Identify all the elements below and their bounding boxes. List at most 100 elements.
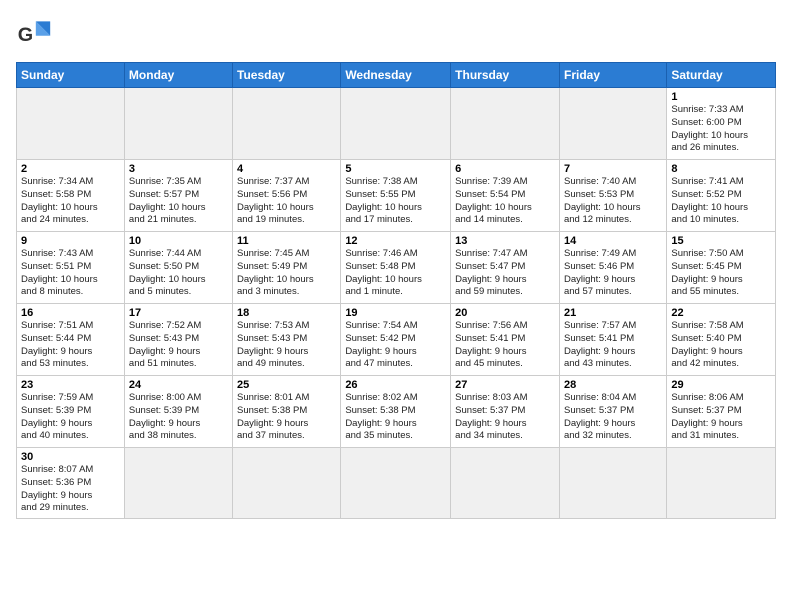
calendar-cell: 30Sunrise: 8:07 AM Sunset: 5:36 PM Dayli… [17, 448, 125, 519]
calendar-cell: 5Sunrise: 7:38 AM Sunset: 5:55 PM Daylig… [341, 160, 451, 232]
day-number: 11 [237, 235, 336, 247]
calendar-cell: 27Sunrise: 8:03 AM Sunset: 5:37 PM Dayli… [451, 376, 560, 448]
calendar-cell [451, 448, 560, 519]
day-info: Sunrise: 8:04 AM Sunset: 5:37 PM Dayligh… [564, 392, 662, 443]
day-info: Sunrise: 7:53 AM Sunset: 5:43 PM Dayligh… [237, 320, 336, 371]
calendar-cell: 1Sunrise: 7:33 AM Sunset: 6:00 PM Daylig… [667, 88, 776, 160]
day-info: Sunrise: 7:40 AM Sunset: 5:53 PM Dayligh… [564, 176, 662, 227]
calendar-cell: 7Sunrise: 7:40 AM Sunset: 5:53 PM Daylig… [559, 160, 666, 232]
calendar-cell: 9Sunrise: 7:43 AM Sunset: 5:51 PM Daylig… [17, 232, 125, 304]
calendar-cell [233, 448, 341, 519]
day-info: Sunrise: 7:58 AM Sunset: 5:40 PM Dayligh… [671, 320, 771, 371]
day-info: Sunrise: 7:33 AM Sunset: 6:00 PM Dayligh… [671, 104, 771, 155]
day-number: 1 [671, 91, 771, 103]
day-info: Sunrise: 8:01 AM Sunset: 5:38 PM Dayligh… [237, 392, 336, 443]
calendar-cell: 26Sunrise: 8:02 AM Sunset: 5:38 PM Dayli… [341, 376, 451, 448]
day-number: 28 [564, 379, 662, 391]
week-row-3: 16Sunrise: 7:51 AM Sunset: 5:44 PM Dayli… [17, 304, 776, 376]
calendar-cell [17, 88, 125, 160]
week-row-0: 1Sunrise: 7:33 AM Sunset: 6:00 PM Daylig… [17, 88, 776, 160]
day-number: 4 [237, 163, 336, 175]
day-number: 14 [564, 235, 662, 247]
calendar-cell: 4Sunrise: 7:37 AM Sunset: 5:56 PM Daylig… [233, 160, 341, 232]
calendar-cell: 15Sunrise: 7:50 AM Sunset: 5:45 PM Dayli… [667, 232, 776, 304]
day-info: Sunrise: 7:47 AM Sunset: 5:47 PM Dayligh… [455, 248, 555, 299]
calendar-cell: 23Sunrise: 7:59 AM Sunset: 5:39 PM Dayli… [17, 376, 125, 448]
svg-text:G: G [18, 24, 33, 46]
day-number: 15 [671, 235, 771, 247]
weekday-header-row: SundayMondayTuesdayWednesdayThursdayFrid… [17, 63, 776, 88]
day-number: 8 [671, 163, 771, 175]
day-info: Sunrise: 8:02 AM Sunset: 5:38 PM Dayligh… [345, 392, 446, 443]
day-number: 7 [564, 163, 662, 175]
logo-icon: G [16, 16, 52, 52]
calendar-cell: 19Sunrise: 7:54 AM Sunset: 5:42 PM Dayli… [341, 304, 451, 376]
header: G [16, 16, 776, 52]
day-info: Sunrise: 7:38 AM Sunset: 5:55 PM Dayligh… [345, 176, 446, 227]
calendar-cell [124, 88, 232, 160]
day-info: Sunrise: 7:54 AM Sunset: 5:42 PM Dayligh… [345, 320, 446, 371]
calendar-cell: 22Sunrise: 7:58 AM Sunset: 5:40 PM Dayli… [667, 304, 776, 376]
day-info: Sunrise: 7:57 AM Sunset: 5:41 PM Dayligh… [564, 320, 662, 371]
day-info: Sunrise: 7:37 AM Sunset: 5:56 PM Dayligh… [237, 176, 336, 227]
calendar-cell: 18Sunrise: 7:53 AM Sunset: 5:43 PM Dayli… [233, 304, 341, 376]
day-number: 23 [21, 379, 120, 391]
day-info: Sunrise: 7:56 AM Sunset: 5:41 PM Dayligh… [455, 320, 555, 371]
calendar-cell [451, 88, 560, 160]
calendar-cell [124, 448, 232, 519]
day-info: Sunrise: 7:46 AM Sunset: 5:48 PM Dayligh… [345, 248, 446, 299]
calendar-cell: 13Sunrise: 7:47 AM Sunset: 5:47 PM Dayli… [451, 232, 560, 304]
day-info: Sunrise: 7:35 AM Sunset: 5:57 PM Dayligh… [129, 176, 228, 227]
calendar-cell: 10Sunrise: 7:44 AM Sunset: 5:50 PM Dayli… [124, 232, 232, 304]
day-number: 17 [129, 307, 228, 319]
calendar-cell: 24Sunrise: 8:00 AM Sunset: 5:39 PM Dayli… [124, 376, 232, 448]
calendar-cell [341, 448, 451, 519]
calendar-cell: 29Sunrise: 8:06 AM Sunset: 5:37 PM Dayli… [667, 376, 776, 448]
day-number: 5 [345, 163, 446, 175]
day-number: 16 [21, 307, 120, 319]
day-number: 25 [237, 379, 336, 391]
day-info: Sunrise: 8:06 AM Sunset: 5:37 PM Dayligh… [671, 392, 771, 443]
day-number: 2 [21, 163, 120, 175]
day-info: Sunrise: 7:51 AM Sunset: 5:44 PM Dayligh… [21, 320, 120, 371]
calendar-cell: 8Sunrise: 7:41 AM Sunset: 5:52 PM Daylig… [667, 160, 776, 232]
week-row-1: 2Sunrise: 7:34 AM Sunset: 5:58 PM Daylig… [17, 160, 776, 232]
calendar-cell: 6Sunrise: 7:39 AM Sunset: 5:54 PM Daylig… [451, 160, 560, 232]
day-info: Sunrise: 7:34 AM Sunset: 5:58 PM Dayligh… [21, 176, 120, 227]
day-number: 18 [237, 307, 336, 319]
calendar-cell: 3Sunrise: 7:35 AM Sunset: 5:57 PM Daylig… [124, 160, 232, 232]
day-number: 19 [345, 307, 446, 319]
logo: G [16, 16, 58, 52]
weekday-header-monday: Monday [124, 63, 232, 88]
calendar-cell: 20Sunrise: 7:56 AM Sunset: 5:41 PM Dayli… [451, 304, 560, 376]
day-number: 13 [455, 235, 555, 247]
calendar: SundayMondayTuesdayWednesdayThursdayFrid… [16, 62, 776, 519]
calendar-cell [667, 448, 776, 519]
day-info: Sunrise: 7:44 AM Sunset: 5:50 PM Dayligh… [129, 248, 228, 299]
day-number: 26 [345, 379, 446, 391]
week-row-4: 23Sunrise: 7:59 AM Sunset: 5:39 PM Dayli… [17, 376, 776, 448]
weekday-header-sunday: Sunday [17, 63, 125, 88]
calendar-cell [559, 448, 666, 519]
day-info: Sunrise: 8:03 AM Sunset: 5:37 PM Dayligh… [455, 392, 555, 443]
weekday-header-saturday: Saturday [667, 63, 776, 88]
day-info: Sunrise: 7:41 AM Sunset: 5:52 PM Dayligh… [671, 176, 771, 227]
day-number: 20 [455, 307, 555, 319]
calendar-cell [341, 88, 451, 160]
day-info: Sunrise: 7:49 AM Sunset: 5:46 PM Dayligh… [564, 248, 662, 299]
weekday-header-tuesday: Tuesday [233, 63, 341, 88]
day-number: 22 [671, 307, 771, 319]
day-number: 29 [671, 379, 771, 391]
day-number: 21 [564, 307, 662, 319]
day-number: 10 [129, 235, 228, 247]
day-number: 9 [21, 235, 120, 247]
calendar-cell: 2Sunrise: 7:34 AM Sunset: 5:58 PM Daylig… [17, 160, 125, 232]
day-number: 27 [455, 379, 555, 391]
calendar-cell: 14Sunrise: 7:49 AM Sunset: 5:46 PM Dayli… [559, 232, 666, 304]
calendar-cell: 16Sunrise: 7:51 AM Sunset: 5:44 PM Dayli… [17, 304, 125, 376]
calendar-cell: 12Sunrise: 7:46 AM Sunset: 5:48 PM Dayli… [341, 232, 451, 304]
weekday-header-thursday: Thursday [451, 63, 560, 88]
day-number: 24 [129, 379, 228, 391]
week-row-2: 9Sunrise: 7:43 AM Sunset: 5:51 PM Daylig… [17, 232, 776, 304]
day-number: 30 [21, 451, 120, 463]
